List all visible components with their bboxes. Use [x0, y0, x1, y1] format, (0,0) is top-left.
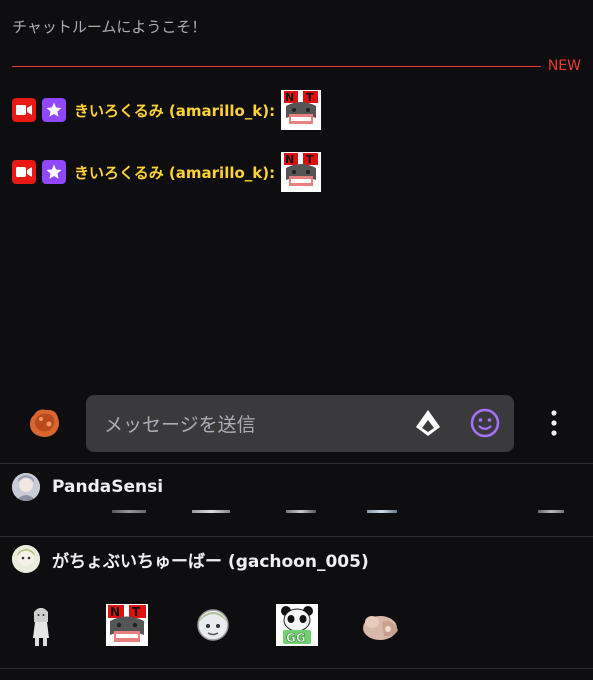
nt-emote[interactable]: N T — [104, 602, 150, 648]
star-icon[interactable] — [42, 160, 66, 184]
chat-input-row — [0, 395, 593, 454]
hand-emote[interactable] — [358, 602, 404, 648]
chat-input-box — [86, 395, 514, 454]
new-messages-divider: NEW — [12, 56, 581, 76]
more-options-icon[interactable] — [542, 403, 566, 443]
section-divider — [0, 536, 593, 537]
svg-text:T: T — [306, 91, 314, 104]
svg-text:N: N — [110, 605, 120, 619]
chat-message: きいろくるみ (amarillo_k): N T — [12, 152, 322, 192]
channel-name: PandaSensi — [52, 477, 164, 497]
section-divider — [0, 463, 593, 464]
video-icon[interactable] — [12, 160, 36, 184]
channel-avatar — [12, 473, 40, 501]
emote-row-cutoff — [0, 510, 593, 515]
nt-emote[interactable]: N T — [281, 152, 322, 192]
chat-input[interactable] — [102, 395, 406, 454]
emote-section-header: PandaSensi — [12, 472, 163, 502]
section-divider — [0, 668, 593, 669]
figure-emote[interactable] — [18, 602, 64, 648]
face-emote[interactable] — [190, 602, 236, 648]
chat-message: きいろくるみ (amarillo_k): N T — [12, 90, 322, 130]
svg-text:N: N — [285, 91, 294, 104]
new-label: NEW — [547, 58, 581, 74]
channel-name: がちょぶいちゅーばー (gachoon_005) — [52, 551, 369, 572]
panda-gg-emote[interactable]: GG — [274, 602, 320, 648]
welcome-message: チャットルームにようこそ！ — [12, 18, 207, 36]
star-icon[interactable] — [42, 98, 66, 122]
video-icon[interactable] — [12, 98, 36, 122]
channel-avatar — [12, 545, 40, 573]
chat-username[interactable]: きいろくるみ (amarillo_k): — [74, 162, 275, 183]
new-divider-line — [12, 65, 541, 67]
nt-emote[interactable]: N T — [281, 90, 322, 130]
svg-text:T: T — [306, 153, 314, 166]
svg-text:N: N — [285, 153, 294, 166]
svg-text:T: T — [132, 605, 141, 619]
emote-picker-icon[interactable] — [469, 407, 501, 439]
svg-text:GG: GG — [286, 631, 306, 645]
bits-icon[interactable] — [414, 408, 442, 438]
chat-username[interactable]: きいろくるみ (amarillo_k): — [74, 100, 275, 121]
emote-section-header: がちょぶいちゅーばー (gachoon_005) — [12, 544, 369, 574]
channel-points-icon[interactable] — [26, 405, 62, 441]
